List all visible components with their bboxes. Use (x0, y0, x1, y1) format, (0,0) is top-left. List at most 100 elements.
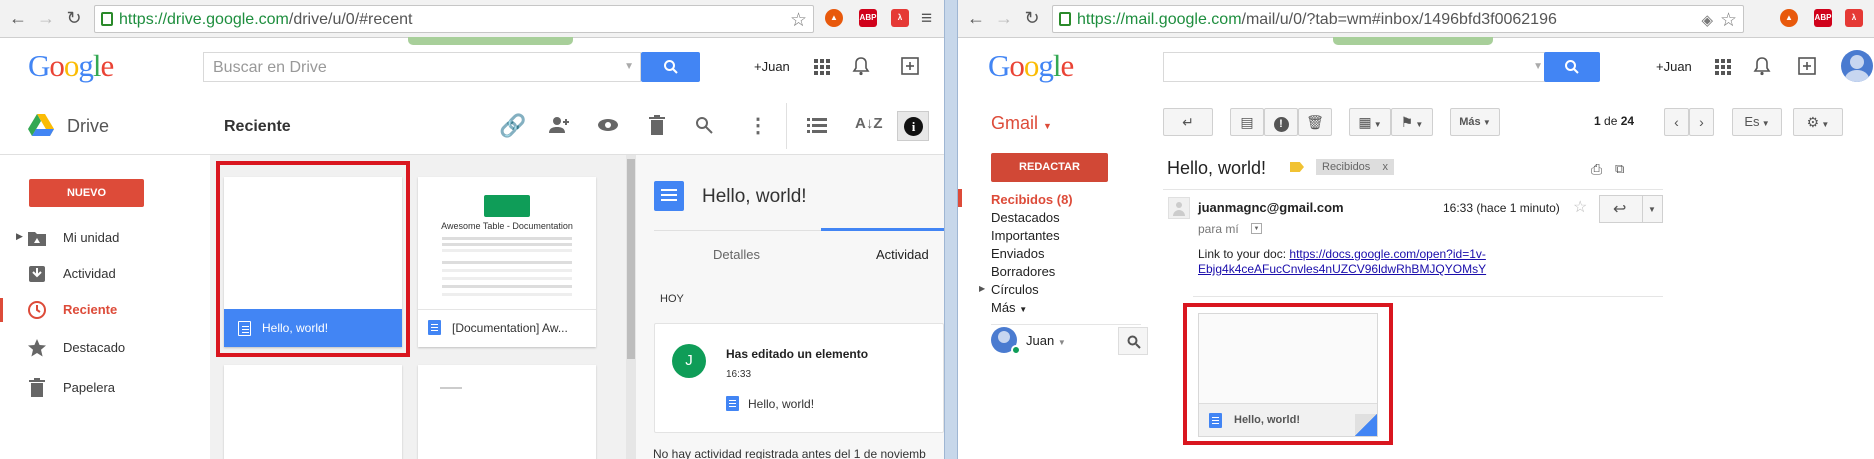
chrome-menu-icon[interactable]: ≡ (921, 8, 932, 30)
sidebar-item-starred[interactable]: Destacados (991, 210, 1060, 225)
extension-fire-icon[interactable]: ▲ (1780, 9, 1798, 27)
bookmark-star-icon[interactable]: ☆ (1720, 9, 1737, 32)
importance-marker-icon[interactable] (1290, 162, 1304, 172)
bookmark-star-icon[interactable]: ☆ (790, 9, 807, 32)
search-icon[interactable] (695, 116, 713, 134)
sidebar-item-my-drive[interactable]: ▶ Mi unidad (0, 222, 210, 254)
avatar[interactable] (1841, 50, 1873, 82)
more-vert-icon[interactable]: ⋮ (748, 113, 768, 138)
address-bar[interactable]: https://drive.google.com/drive/u/0/#rece… (94, 5, 814, 33)
doc-link[interactable]: https://docs.google.com/open?id=1v- (1289, 247, 1485, 261)
share-plus-icon[interactable] (901, 57, 919, 75)
print-icon[interactable]: ⎙ (1591, 161, 1602, 178)
sort-az-icon[interactable]: A↓Z (855, 115, 883, 132)
add-person-icon[interactable] (548, 116, 570, 134)
apps-grid-icon[interactable] (1715, 59, 1731, 75)
search-button[interactable] (1544, 52, 1600, 82)
search-input[interactable]: ▼ (1163, 52, 1550, 82)
new-button[interactable]: NUEVO (29, 179, 144, 207)
compose-button[interactable]: REDACTAR (991, 153, 1108, 182)
google-logo[interactable]: Google (988, 48, 1074, 84)
avatar: J (672, 344, 706, 378)
file-card[interactable] (418, 365, 596, 459)
google-logo[interactable]: Google (28, 48, 114, 84)
sidebar-item-sent[interactable]: Enviados (991, 246, 1044, 261)
move-to-button[interactable]: ▦ ▼ (1349, 108, 1391, 136)
sidebar-item-trash[interactable]: Papelera (0, 372, 210, 404)
preview-eye-icon[interactable] (597, 118, 619, 132)
label-chip[interactable]: Recibidos x (1316, 159, 1395, 175)
file-card[interactable] (224, 365, 402, 459)
label-remove-icon[interactable]: x (1383, 161, 1389, 173)
more-actions-button[interactable]: ▼ (1643, 195, 1663, 223)
delete-button[interactable]: 🗑 (1298, 108, 1332, 136)
tab-details[interactable]: Detalles (713, 247, 760, 262)
search-input[interactable]: Buscar en Drive ▼ (203, 52, 641, 82)
list-view-icon[interactable] (807, 118, 827, 133)
share-plus-icon[interactable] (1798, 57, 1816, 75)
user-link[interactable]: +Juan (1656, 59, 1692, 74)
report-spam-button[interactable]: ! (1264, 108, 1298, 136)
star-icon[interactable]: ☆ (1573, 197, 1587, 217)
adblock-icon[interactable]: ABP (859, 9, 877, 27)
search-options-icon[interactable]: ▼ (1533, 61, 1543, 72)
activity-card[interactable]: J Has editado un elemento 16:33 Hello, w… (654, 323, 944, 433)
window-splitter[interactable] (944, 0, 958, 459)
back-icon[interactable]: ← (964, 6, 988, 30)
reload-icon[interactable]: ↻ (1020, 6, 1044, 30)
adblock-icon[interactable]: ABP (1814, 9, 1832, 27)
page-action-icon[interactable]: ◈ (1701, 11, 1713, 29)
archive-button[interactable]: ▤ (1230, 108, 1264, 136)
back-icon[interactable]: ← (6, 6, 30, 30)
sidebar-item-inbox[interactable]: Recibidos (8) (991, 192, 1073, 207)
address-bar[interactable]: https://mail.google.com/mail/u/0/?tab=wm… (1052, 5, 1744, 33)
notifications-bell-icon[interactable] (1753, 56, 1771, 76)
older-button[interactable]: › (1689, 108, 1714, 136)
details-toggle-button[interactable]: i (897, 111, 929, 141)
back-to-inbox-button[interactable]: ↵ (1163, 108, 1213, 136)
grid-scrollbar[interactable] (626, 155, 636, 459)
reply-button[interactable]: ↩ (1599, 195, 1643, 223)
show-details-icon[interactable]: ▼ (1251, 223, 1262, 234)
search-options-icon[interactable]: ▼ (624, 61, 634, 72)
labels-button[interactable]: ⚑ ▼ (1391, 108, 1433, 136)
apps-grid-icon[interactable] (814, 59, 830, 75)
input-tools-button[interactable]: Es ▼ (1732, 108, 1782, 136)
acrobat-icon[interactable]: λ (891, 9, 909, 27)
gmail-menu[interactable]: Gmail ▼ (991, 113, 1052, 134)
sidebar-item-activity[interactable]: Actividad (0, 258, 210, 290)
reload-icon[interactable]: ↻ (62, 6, 86, 30)
sidebar-item-drafts[interactable]: Borradores (991, 264, 1055, 279)
sidebar-item-important[interactable]: Importantes (991, 228, 1060, 243)
sender-avatar-icon[interactable] (1168, 197, 1190, 219)
chat-user[interactable]: Juan ▼ (1026, 333, 1066, 348)
notifications-bell-icon[interactable] (852, 56, 870, 76)
expand-arrow-icon[interactable]: ▶ (16, 231, 23, 242)
expand-arrow-icon[interactable]: ▶ (979, 284, 985, 293)
sidebar-item-more[interactable]: Más ▼ (991, 300, 1027, 315)
forward-icon[interactable]: → (34, 6, 58, 30)
tab-indicator (821, 228, 944, 231)
newer-button[interactable]: ‹ (1664, 108, 1689, 136)
sidebar-item-starred[interactable]: Destacado (0, 332, 210, 364)
more-button[interactable]: Más ▼ (1450, 108, 1500, 136)
sender-email[interactable]: juanmagnc@gmail.com (1198, 200, 1344, 215)
chat-search-button[interactable] (1118, 327, 1148, 355)
forward-icon[interactable]: → (992, 6, 1016, 30)
extension-fire-icon[interactable]: ▲ (825, 9, 843, 27)
sidebar-item-circles[interactable]: Círculos (991, 282, 1039, 297)
sidebar-item-recent[interactable]: Reciente (0, 294, 210, 326)
doc-link-continued[interactable]: Ebjg4k4ceAFucCnvles4nUZCV96ldwRhBMJQYOMs… (1198, 262, 1486, 276)
new-window-icon[interactable]: ⧉ (1615, 161, 1624, 177)
trash-icon[interactable] (649, 115, 665, 135)
user-link[interactable]: +Juan (754, 59, 790, 74)
app-name: Drive (67, 116, 110, 136)
search-button[interactable] (641, 52, 700, 82)
drive-logo-icon[interactable] (28, 114, 54, 136)
activity-file[interactable]: Hello, world! (748, 397, 814, 411)
file-card[interactable]: Awesome Table - Documentation [Documenta… (418, 177, 596, 347)
get-link-icon[interactable]: 🔗 (499, 113, 526, 139)
acrobat-icon[interactable]: λ (1845, 9, 1863, 27)
tab-activity[interactable]: Actividad (876, 247, 929, 262)
settings-button[interactable]: ⚙ ▼ (1793, 108, 1843, 136)
